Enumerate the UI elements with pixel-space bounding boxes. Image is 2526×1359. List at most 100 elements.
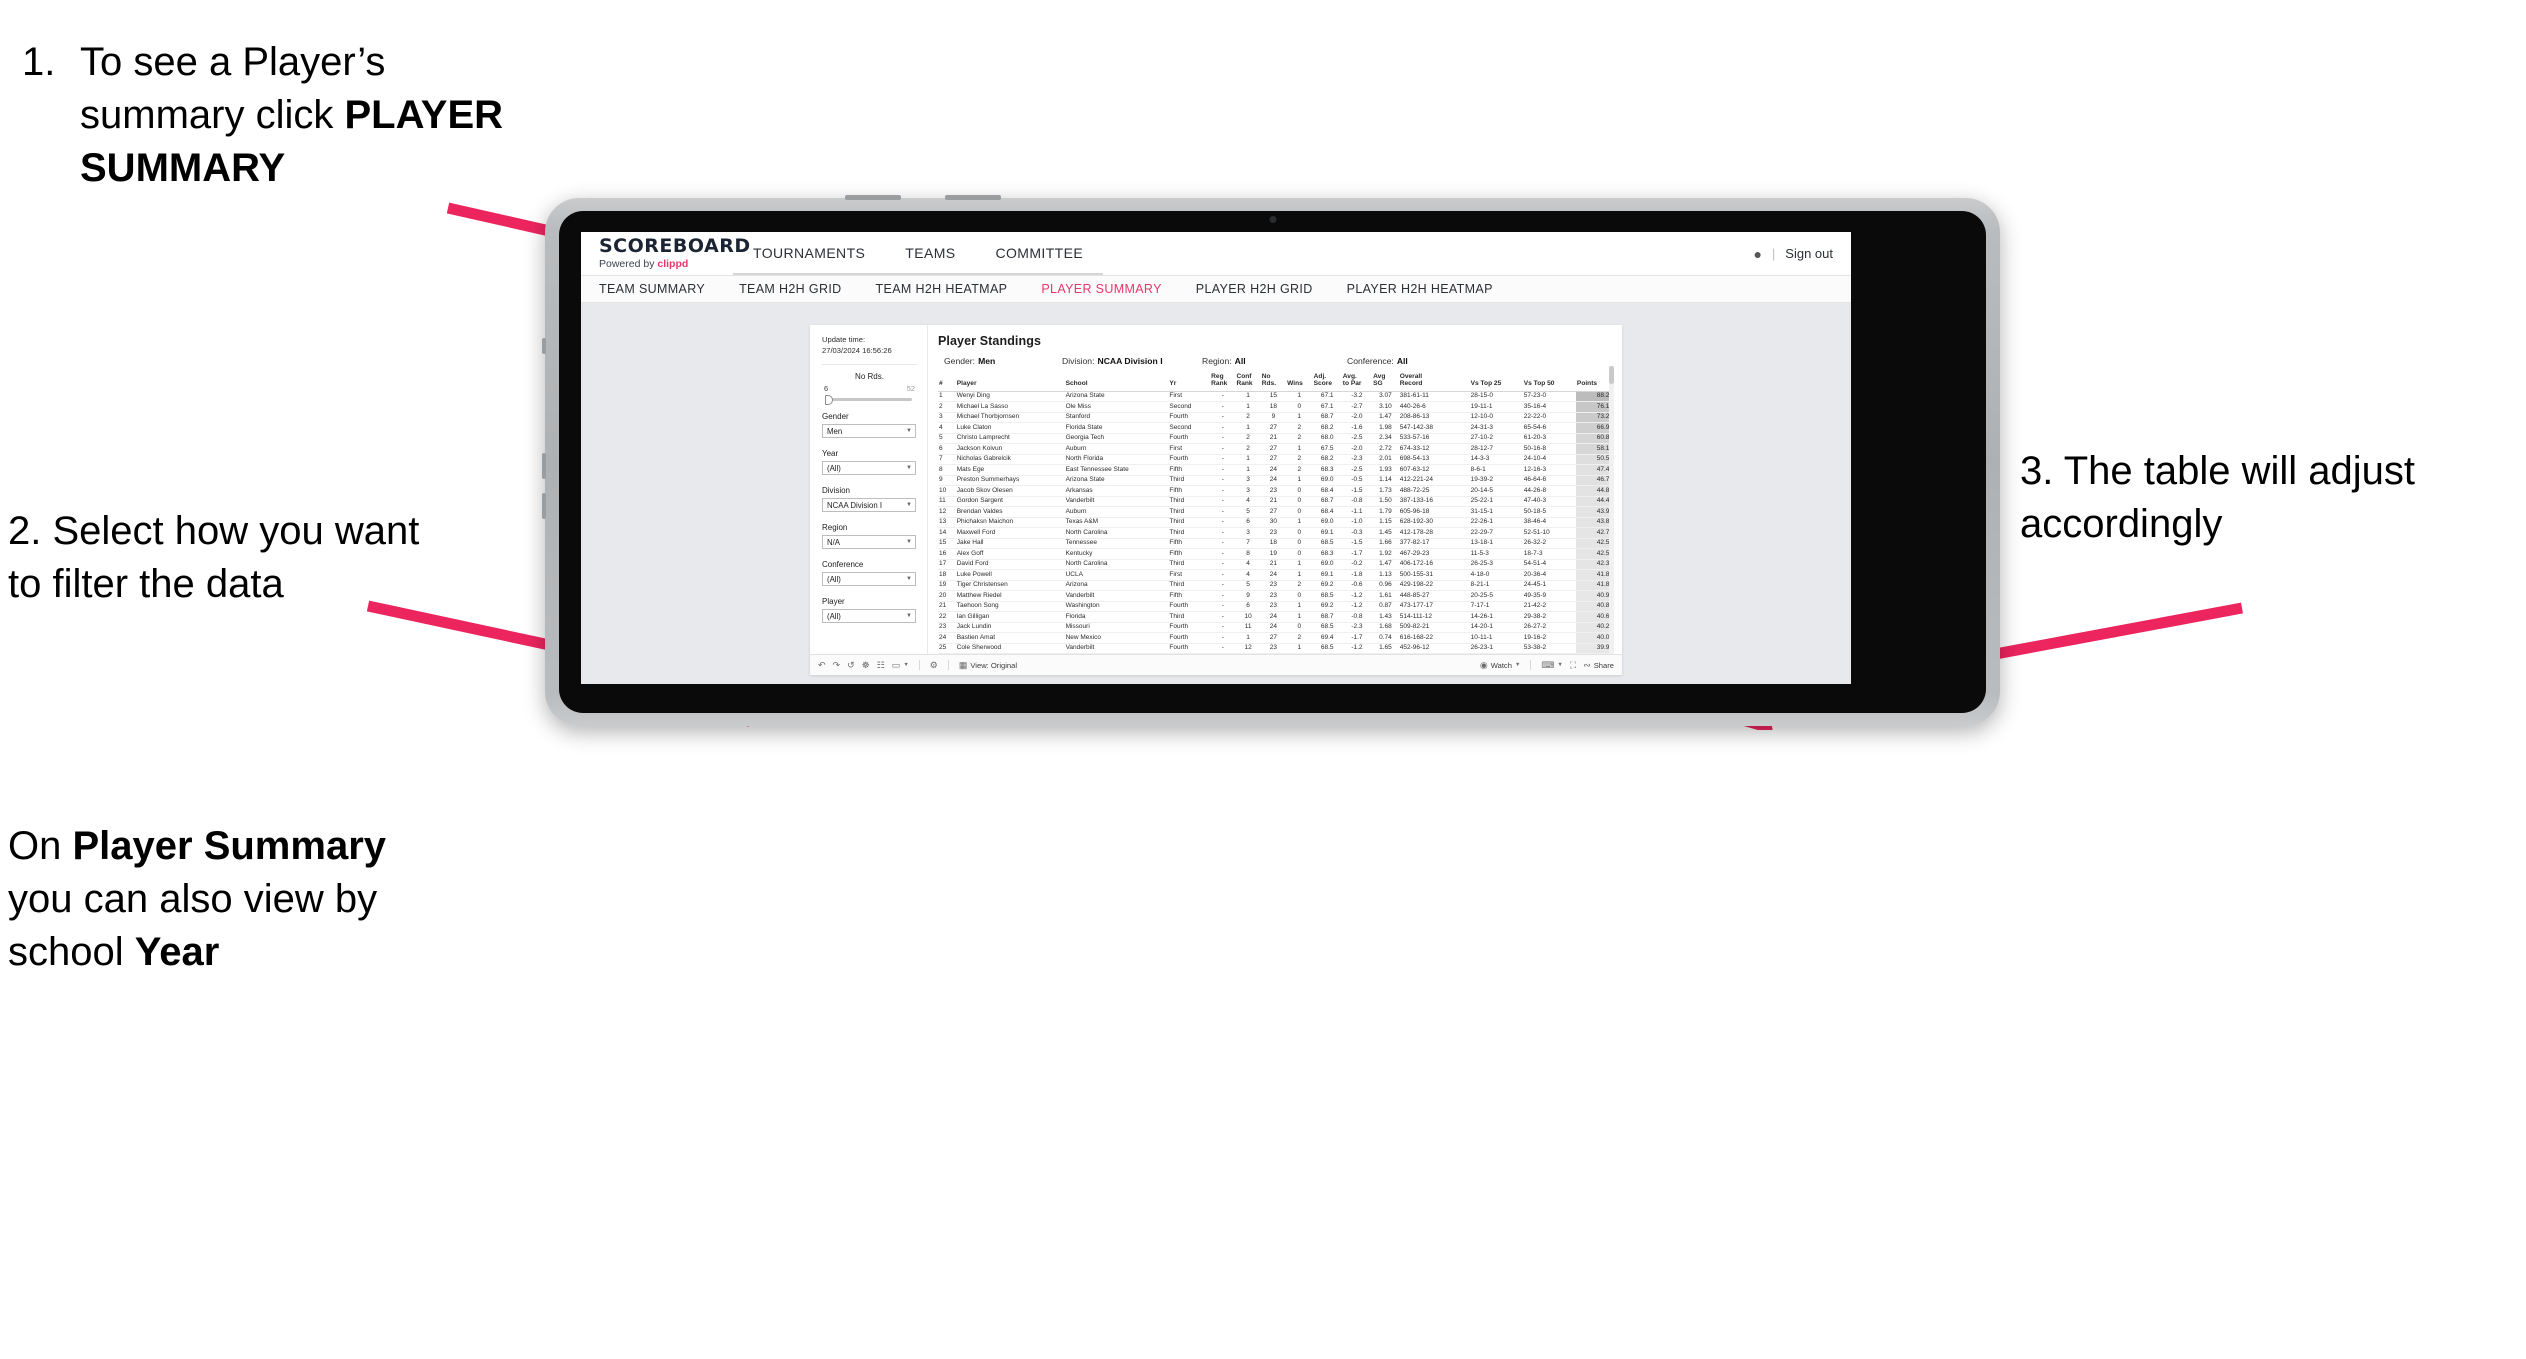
tab-player-summary[interactable]: PLAYER SUMMARY xyxy=(1041,282,1183,296)
download-button[interactable]: ⌨ ▼ xyxy=(1541,660,1562,670)
tab-player-h2h-heatmap[interactable]: PLAYER H2H HEATMAP xyxy=(1347,282,1515,296)
table-row[interactable]: 20 Matthew Riedel Vanderbilt Fifth -9 23 0 68.5… xyxy=(938,590,1614,602)
cell-adj: 69.0 xyxy=(1312,475,1342,487)
col-overall-record[interactable]: Overall Record xyxy=(1398,373,1470,392)
filter-conference-label: Conference xyxy=(822,560,864,569)
table-row[interactable]: 5 Christo Lamprecht Georgia Tech Fourth -2 21… xyxy=(938,433,1614,445)
col-vs-top-25[interactable]: Vs Top 25 xyxy=(1469,373,1523,392)
cell-player: Jacob Skov Olesen xyxy=(955,485,1065,497)
undo-icon[interactable]: ↶ xyxy=(818,660,826,670)
table-row[interactable]: 18 Luke Powell UCLA First -4 24 1 69.1 -1.8 1.13 5… xyxy=(938,569,1614,581)
tab-player-h2h-grid[interactable]: PLAYER H2H GRID xyxy=(1196,282,1335,296)
table-row[interactable]: 4 Luke Claton Florida State Second -1 27 2 68.2… xyxy=(938,422,1614,434)
nav-committee[interactable]: COMMITTEE xyxy=(975,232,1104,275)
cell-adj: 69.0 xyxy=(1312,559,1342,571)
col-yr[interactable]: Yr xyxy=(1168,373,1211,392)
col-adj-score[interactable]: Adj. Score xyxy=(1312,373,1342,392)
year-dropdown[interactable]: (All) ▼ xyxy=(822,461,916,475)
cell-rank: 19 xyxy=(938,580,956,592)
sign-out-link[interactable]: Sign out xyxy=(1785,246,1833,261)
gender-dropdown[interactable]: Men ▼ xyxy=(822,424,916,438)
region-dropdown-value: N/A xyxy=(827,537,840,547)
cell-reg: - xyxy=(1210,643,1236,654)
redo-icon[interactable]: ↷ xyxy=(833,660,841,670)
cell-t50: 54-51-4 xyxy=(1522,559,1576,571)
year-dropdown-value: (All) xyxy=(827,463,841,473)
table-row[interactable]: 13 Phichaksn Maichon Texas A&M Third -6 30 1 69… xyxy=(938,517,1614,529)
user-icon[interactable]: ● xyxy=(1753,246,1761,262)
table-row[interactable]: 12 Brendan Valdes Auburn Third -5 27 0 68.4 -1.1… xyxy=(938,506,1614,518)
table-row[interactable]: 6 Jackson Koivun Auburn First -2 27 1 67.5 -2.0 2… xyxy=(938,443,1614,455)
cell-reg: - xyxy=(1210,454,1236,466)
col-player[interactable]: Player xyxy=(955,373,1065,392)
no-rds-slider[interactable] xyxy=(825,394,912,405)
table-row[interactable]: 19 Tiger Christensen Arizona Third -5 23 2 69.2… xyxy=(938,580,1614,592)
col-wins[interactable]: Wins xyxy=(1286,373,1313,392)
col-vs-top-50[interactable]: Vs Top 50 xyxy=(1522,373,1576,392)
table-row[interactable]: 8 Mats Ege East Tennessee State Fifth -1 24 2 6… xyxy=(938,464,1614,476)
pause-updates-icon[interactable]: ☷ xyxy=(877,660,885,670)
col-yr-l1: Yr xyxy=(1169,380,1177,388)
table-row[interactable]: 25 Cole Sherwood Vanderbilt Fourth -12 23 1 68.… xyxy=(938,643,1614,654)
col-rank[interactable]: # xyxy=(938,373,956,392)
table-row[interactable]: 17 David Ford North Carolina Third -4 21 1 69.0… xyxy=(938,559,1614,571)
table-row[interactable]: 16 Alex Goff Kentucky Fifth -8 19 0 68.3 -1.7 1.9… xyxy=(938,548,1614,560)
division-dropdown[interactable]: NCAA Division I ▼ xyxy=(822,498,916,512)
subheader-region-label: Region: xyxy=(1202,356,1232,366)
cell-rec: 381-61-11 xyxy=(1398,391,1470,403)
table-row[interactable]: 21 Taehoon Song Washington Fourth -6 23 1 69.2-… xyxy=(938,601,1614,613)
tab-team-summary[interactable]: TEAM SUMMARY xyxy=(599,282,727,296)
table-scrollbar-thumb[interactable] xyxy=(1609,366,1614,384)
cell-rank: 15 xyxy=(938,538,956,550)
cell-player: Michael La Sasso xyxy=(955,401,1065,413)
table-row[interactable]: 15 Jake Hall Tennessee Fifth -7 18 0 68.5 -1.5 1.… xyxy=(938,538,1614,550)
tab-team-h2h-grid[interactable]: TEAM H2H GRID xyxy=(739,282,863,296)
table-row[interactable]: 14 Maxwell Ford North Carolina Third -3 23 0 69… xyxy=(938,527,1614,539)
cell-t50: 22-22-0 xyxy=(1522,412,1576,424)
col-no-rds[interactable]: No Rds. xyxy=(1260,373,1287,392)
filter-player: Player (All) ▼ xyxy=(822,597,917,623)
nav-teams[interactable]: TEAMS xyxy=(885,232,976,275)
view-button[interactable]: ▦ View: Original xyxy=(959,660,1017,670)
table-row[interactable]: 3 Michael Thorbjornsen Stanford Fourth -2 9 1 6… xyxy=(938,412,1614,424)
table-row[interactable]: 7 Nicholas Gabrelcik North Florida Fourth -1… xyxy=(938,454,1614,466)
share-button[interactable]: ∾ Share xyxy=(1583,660,1614,670)
alerts-clock-icon[interactable]: ⚙ xyxy=(930,660,938,670)
table-row[interactable]: 2 Michael La Sasso Ole Miss Second -1 18 0 67.1… xyxy=(938,401,1614,413)
col-conf-rank[interactable]: Conf Rank xyxy=(1235,373,1261,392)
revert-icon[interactable]: ↺ xyxy=(847,660,855,670)
table-body: 1 Wenyi Ding Arizona State First -1 15 1 67.1 -3… xyxy=(938,391,1614,654)
col-avg-to-par[interactable]: Avg. to Par xyxy=(1341,373,1373,392)
slider-handle[interactable] xyxy=(825,394,833,405)
cell-rec: 452-96-12 xyxy=(1398,643,1470,654)
conference-dropdown[interactable]: (All) ▼ xyxy=(822,572,916,586)
table-row[interactable]: 24 Bastien Amat New Mexico Fourth -1 27 2 69.4-… xyxy=(938,632,1614,644)
cell-yr: Third xyxy=(1168,611,1211,623)
cell-sg: 2.34 xyxy=(1372,433,1399,445)
annotation-step-3: 3. The table will adjust accordingly xyxy=(2020,445,2520,551)
cell-conf: 1 xyxy=(1235,401,1261,413)
watch-button[interactable]: ◉ Watch ▼ xyxy=(1480,660,1521,670)
table-row[interactable]: 23 Jack Lundin Missouri Fourth -11 24 0 68.5 -2.… xyxy=(938,622,1614,634)
cell-t50: 65-54-6 xyxy=(1522,422,1576,434)
player-dropdown[interactable]: (All) ▼ xyxy=(822,609,916,623)
col-school[interactable]: School xyxy=(1064,373,1169,392)
cell-t25: 8-21-1 xyxy=(1469,580,1523,592)
table-row[interactable]: 10 Jacob Skov Olesen Arkansas Fifth -3 23 0 68.… xyxy=(938,485,1614,497)
cell-nords: 23 xyxy=(1260,485,1287,497)
cell-nords: 24 xyxy=(1260,475,1287,487)
region-dropdown[interactable]: N/A ▼ xyxy=(822,535,916,549)
fullscreen-icon[interactable]: ⛶ xyxy=(1570,660,1576,670)
tab-team-h2h-heatmap[interactable]: TEAM H2H HEATMAP xyxy=(876,282,1030,296)
table-row[interactable]: 11 Gordon Sargent Vanderbilt Third -4 21 0 68.7… xyxy=(938,496,1614,508)
table-row[interactable]: 9 Preston Summerhays Arizona State Third -3 2… xyxy=(938,475,1614,487)
table-row[interactable]: 1 Wenyi Ding Arizona State First -1 15 1 67.1 -3… xyxy=(938,391,1614,403)
table-vertical-scrollbar[interactable] xyxy=(1609,366,1614,654)
col-avg-sg[interactable]: Avg SG xyxy=(1372,373,1399,392)
view-original-selector[interactable]: ▭ ▼ xyxy=(892,660,909,670)
refresh-data-icon[interactable]: ☸ xyxy=(862,660,870,670)
nav-tournaments[interactable]: TOURNAMENTS xyxy=(733,232,886,275)
table-row[interactable]: 22 Ian Gilligan Florida Third -10 24 1 68.7 -0.8… xyxy=(938,611,1614,623)
col-reg-rank[interactable]: Reg Rank xyxy=(1210,373,1236,392)
cell-t50: 57-23-0 xyxy=(1522,391,1576,403)
